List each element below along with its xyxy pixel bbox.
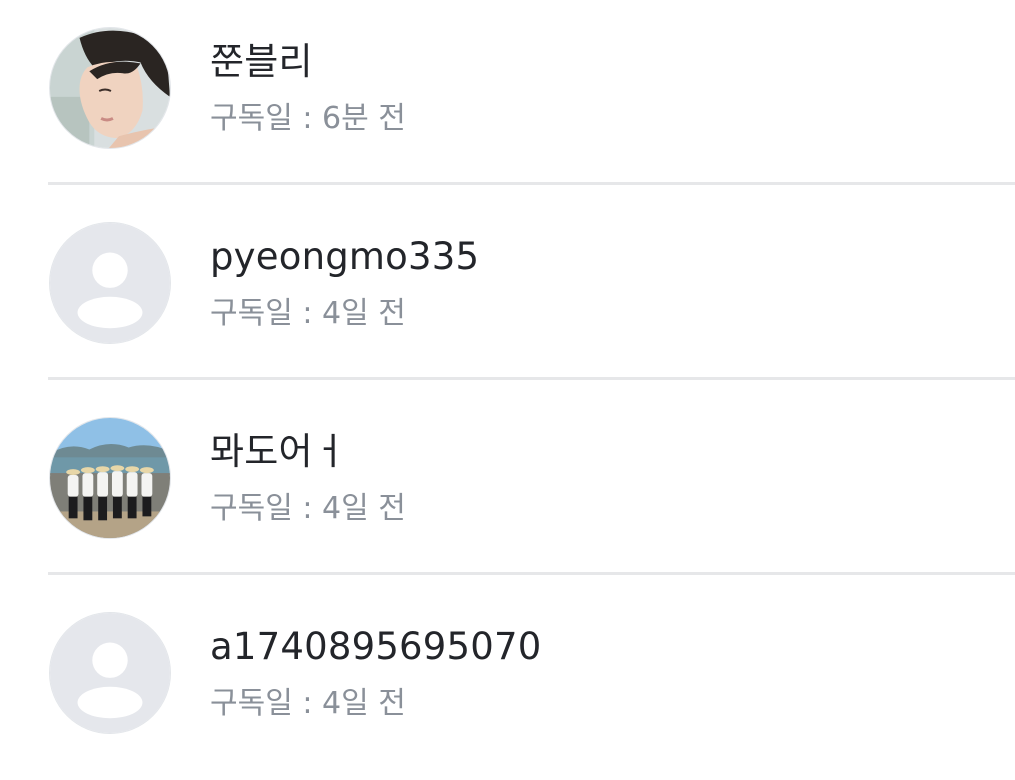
person-photo-icon — [50, 28, 170, 148]
default-user-icon — [50, 613, 170, 733]
subscriber-name: 쭌블리 — [210, 40, 313, 83]
subscribed-date: 구독일 : 4일 전 — [210, 686, 406, 721]
subscriber-row[interactable]: a1740895695070 구독일 : 4일 전 — [0, 585, 1015, 780]
subscribed-date: 구독일 : 4일 전 — [210, 296, 406, 331]
subscriber-name: a1740895695070 — [210, 625, 542, 668]
subscriber-name: pyeongmo335 — [210, 235, 480, 278]
default-avatar[interactable] — [49, 612, 171, 734]
subscriber-row[interactable]: 뫄도어ㅓ 구독일 : 4일 전 — [0, 390, 1015, 585]
profile-photo-avatar[interactable] — [49, 27, 171, 149]
subscriber-list: 쭌블리 구독일 : 6분 전 pyeongmo335 구독일 : 4일 전 뫄도… — [0, 0, 1015, 762]
subscriber-name: 뫄도어ㅓ — [210, 430, 347, 473]
group-beach-photo-icon — [50, 418, 170, 538]
row-divider — [48, 377, 1015, 380]
subscriber-row[interactable]: 쭌블리 구독일 : 6분 전 — [0, 0, 1015, 195]
row-divider — [48, 572, 1015, 575]
subscribed-date: 구독일 : 4일 전 — [210, 491, 406, 526]
default-avatar[interactable] — [49, 222, 171, 344]
subscriber-row[interactable]: pyeongmo335 구독일 : 4일 전 — [0, 195, 1015, 390]
row-divider — [48, 182, 1015, 185]
subscribed-date: 구독일 : 6분 전 — [210, 101, 406, 136]
profile-photo-avatar[interactable] — [49, 417, 171, 539]
default-user-icon — [50, 223, 170, 343]
